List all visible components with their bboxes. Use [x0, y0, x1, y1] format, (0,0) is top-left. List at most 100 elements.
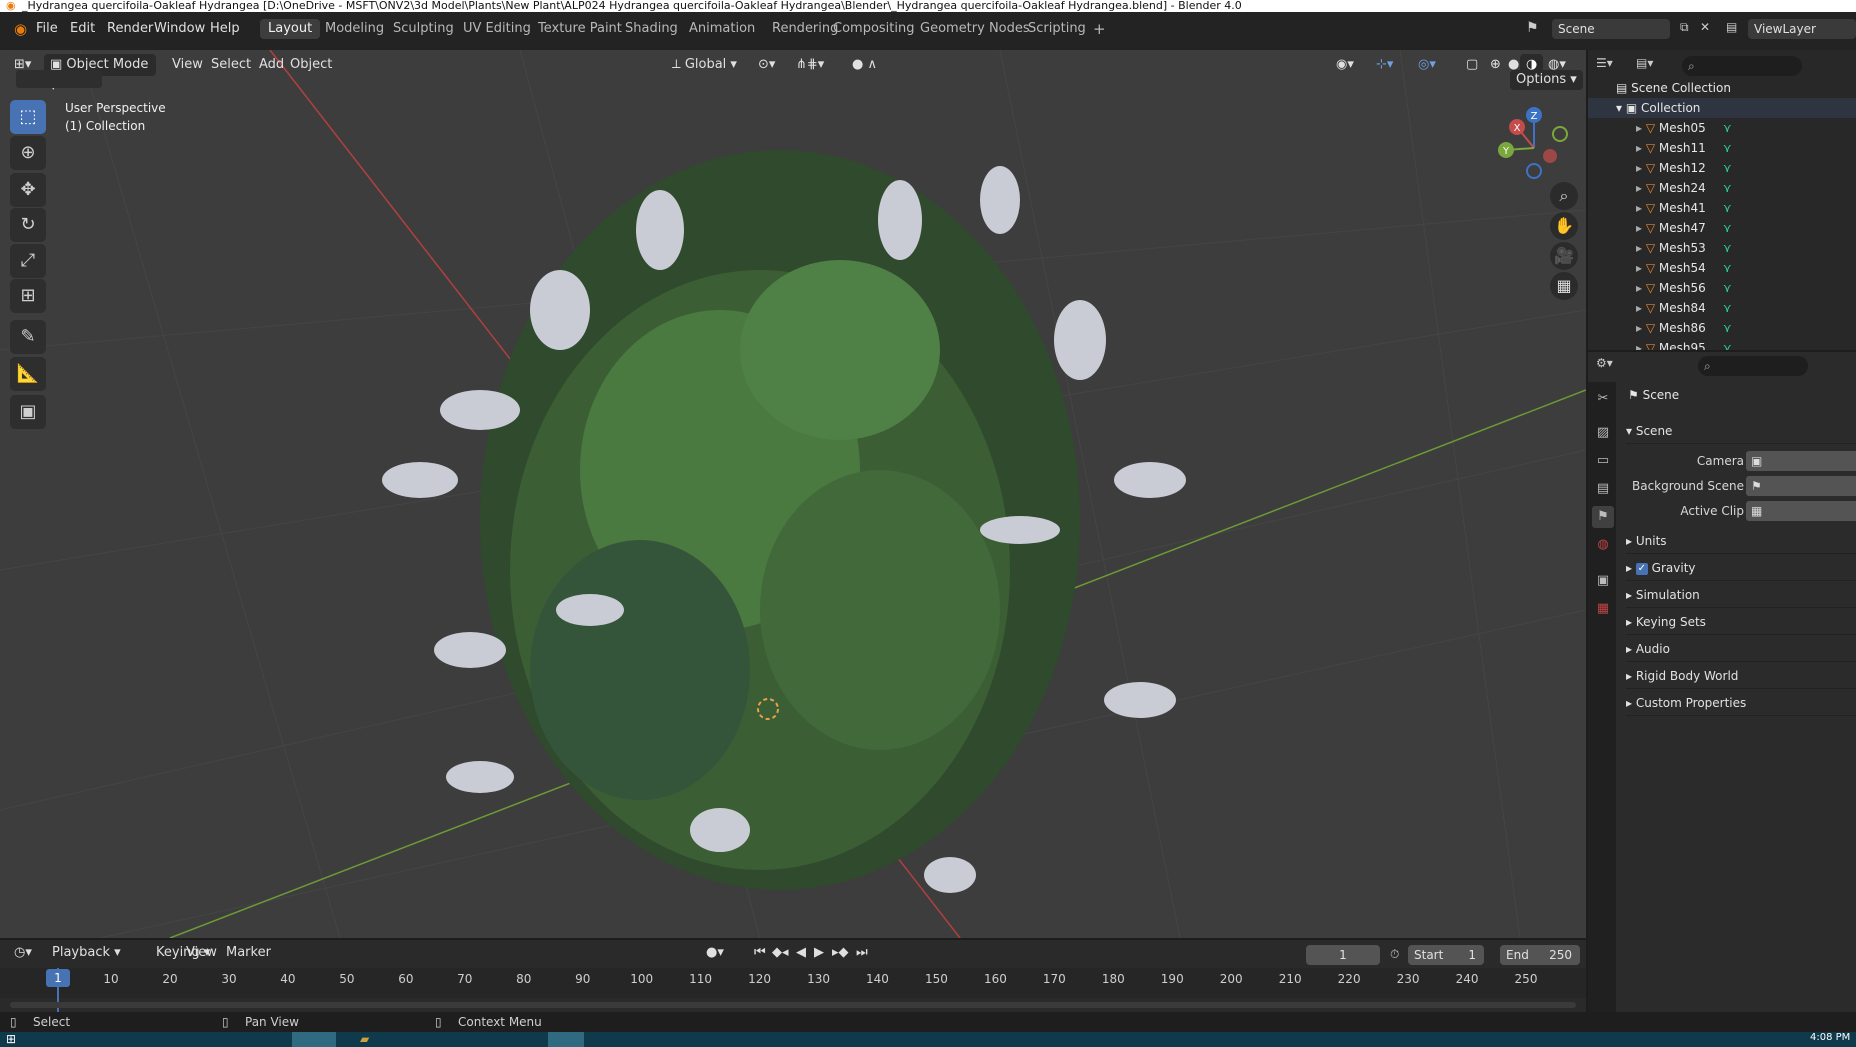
mesh-data-icon[interactable]: ⋎ [1723, 241, 1732, 255]
expand-icon[interactable]: ▸ [1636, 141, 1642, 155]
expand-icon[interactable]: ▸ [1636, 301, 1642, 315]
playhead-frame-label[interactable]: 1 [46, 969, 70, 987]
outliner-collection[interactable]: ▾ ▣ Collection [1588, 98, 1856, 118]
pan-hand-icon[interactable]: ✋ [1550, 212, 1578, 240]
properties-search-input[interactable]: ⌕ [1698, 356, 1808, 376]
jump-end-icon[interactable]: ⏭ [850, 942, 874, 964]
menu-select[interactable]: Select [205, 54, 257, 76]
expand-icon[interactable]: ▸ [1636, 321, 1642, 335]
properties-editor-icon[interactable]: ⚙▾ [1596, 356, 1613, 370]
outliner-scene-collection[interactable]: ▤ Scene Collection [1588, 78, 1856, 98]
gizmo-toggle-icon[interactable]: ⊹▾ [1370, 54, 1399, 76]
outliner-item[interactable]: ▸ ▽ Mesh24 ⋎ [1588, 178, 1856, 198]
mesh-data-icon[interactable]: ⋎ [1723, 221, 1732, 235]
menu-edit[interactable]: Edit [64, 19, 101, 39]
mesh-data-icon[interactable]: ⋎ [1723, 201, 1732, 215]
menu-file[interactable]: File [30, 19, 64, 39]
tab-geometry-nodes[interactable]: Geometry Nodes [912, 19, 1038, 39]
outliner-item[interactable]: ▸ ▽ Mesh12 ⋎ [1588, 158, 1856, 178]
outliner-item[interactable]: ▸ ▽ Mesh47 ⋎ [1588, 218, 1856, 238]
outliner-item[interactable]: ▸ ▽ Mesh53 ⋎ [1588, 238, 1856, 258]
expand-icon[interactable]: ▸ [1636, 161, 1642, 175]
menu-marker[interactable]: Marker [220, 942, 277, 964]
snap-icon[interactable]: ⋔⋕▾ [790, 54, 830, 76]
start-frame-field[interactable]: Start 1 [1408, 945, 1484, 965]
mesh-data-icon[interactable]: ⋎ [1723, 281, 1732, 295]
outliner-item[interactable]: ▸ ▽ Mesh11 ⋎ [1588, 138, 1856, 158]
outliner-editor-icon[interactable]: ☰▾ [1596, 56, 1613, 70]
proportional-edit-icon[interactable]: ● ∧ [846, 54, 883, 76]
section-audio[interactable]: ▸ Audio [1626, 636, 1856, 662]
menu-playback[interactable]: Playback ▾ [46, 942, 127, 964]
mesh-data-icon[interactable]: ⋎ [1723, 181, 1732, 195]
folder-icon[interactable]: ▰ [360, 1032, 369, 1046]
expand-icon[interactable]: ▸ [1636, 241, 1642, 255]
xray-icon[interactable]: ▢ [1460, 54, 1484, 76]
measure-tool[interactable]: 📐 [10, 357, 46, 391]
transform-tool[interactable]: ⊞ [10, 279, 46, 313]
zoom-icon[interactable]: ⌕ [1550, 182, 1578, 210]
mesh-data-icon[interactable]: ⋎ [1723, 341, 1732, 350]
annotate-tool[interactable]: ✎ [10, 320, 46, 354]
section-custom-properties[interactable]: ▸ Custom Properties [1626, 690, 1856, 716]
section-units[interactable]: ▸ Units [1626, 528, 1856, 554]
scene-selector[interactable]: Scene [1552, 19, 1670, 39]
menu-timeline-view[interactable]: View [180, 942, 223, 964]
add-cube-tool[interactable]: ▣ [10, 395, 46, 429]
hydrangea-plant[interactable] [382, 150, 1186, 893]
new-scene-icon[interactable]: ⧉ [1680, 20, 1689, 35]
menu-view[interactable]: View [166, 54, 209, 76]
current-frame-field[interactable]: 1 [1306, 945, 1380, 965]
start-icon[interactable]: ⊞ [6, 1032, 16, 1046]
timeline-editor-icon[interactable]: ◷▾ [8, 942, 38, 964]
close-icon[interactable]: ✕ [1700, 20, 1710, 34]
outliner-item[interactable]: ▸ ▽ Mesh05 ⋎ [1588, 118, 1856, 138]
stopwatch-icon[interactable]: ⏱ [1390, 947, 1399, 962]
scale-tool[interactable]: ⤢ [10, 244, 46, 278]
expand-icon[interactable]: ▸ [1636, 281, 1642, 295]
mesh-data-icon[interactable]: ⋎ [1723, 301, 1732, 315]
outliner-item[interactable]: ▸ ▽ Mesh41 ⋎ [1588, 198, 1856, 218]
record-icon[interactable]: ●▾ [700, 942, 730, 964]
tab-scripting[interactable]: Scripting [1020, 19, 1094, 39]
move-tool[interactable]: ✥ [10, 173, 46, 207]
tab-uv-editing[interactable]: UV Editing [455, 19, 539, 39]
section-gravity[interactable]: ▸ ✓ Gravity [1626, 555, 1856, 581]
expand-icon[interactable]: ▸ [1636, 341, 1642, 350]
visibility-icon[interactable]: ◉▾ [1330, 54, 1360, 76]
view-layer-selector[interactable]: ViewLayer [1748, 19, 1856, 39]
end-frame-field[interactable]: End 250 [1500, 945, 1580, 965]
collection-tab-icon[interactable]: ▣ [1592, 570, 1614, 592]
tool-tab-icon[interactable]: ✂ [1592, 388, 1614, 410]
overlay-toggle-icon[interactable]: ◎▾ [1412, 54, 1442, 76]
outliner-item[interactable]: ▸ ▽ Mesh86 ⋎ [1588, 318, 1856, 338]
background-scene-field[interactable]: ⚑ [1746, 476, 1856, 496]
texture-tab-icon[interactable]: ▦ [1592, 598, 1614, 620]
gravity-checkbox[interactable]: ✓ [1635, 562, 1648, 575]
active-clip-field[interactable]: ▦ [1746, 501, 1856, 521]
section-rigid-body-world[interactable]: ▸ Rigid Body World [1626, 663, 1856, 689]
menu-window[interactable]: Window [148, 19, 211, 39]
render-tab-icon[interactable]: ▨ [1592, 422, 1614, 444]
world-tab-icon[interactable]: ◍ [1592, 534, 1614, 556]
outliner-item[interactable]: ▸ ▽ Mesh56 ⋎ [1588, 278, 1856, 298]
tab-compositing[interactable]: Compositing [825, 19, 923, 39]
outliner-item[interactable]: ▸ ▽ Mesh54 ⋎ [1588, 258, 1856, 278]
blender-taskbar-icon[interactable] [548, 1032, 584, 1047]
tab-shading[interactable]: Shading [617, 19, 686, 39]
expand-icon[interactable]: ▸ [1636, 121, 1642, 135]
mesh-data-icon[interactable]: ⋎ [1723, 121, 1732, 135]
mesh-data-icon[interactable]: ⋎ [1723, 161, 1732, 175]
transform-orientation[interactable]: ⟂ Global ▾ [666, 54, 743, 76]
mesh-data-icon[interactable]: ⋎ [1723, 141, 1732, 155]
camera-view-icon[interactable]: 🎥 [1550, 242, 1578, 270]
navigation-gizmo[interactable]: Z X Y [1498, 107, 1568, 179]
timeline-scrollbar[interactable] [10, 1002, 1576, 1008]
menu-object[interactable]: Object [284, 54, 338, 76]
rotate-tool[interactable]: ↻ [10, 208, 46, 242]
outliner-search-input[interactable]: ⌕ [1682, 56, 1802, 76]
pivot-point-icon[interactable]: ⊙▾ [752, 54, 781, 76]
mesh-data-icon[interactable]: ⋎ [1723, 321, 1732, 335]
tab-modeling[interactable]: Modeling [317, 19, 392, 39]
menu-help[interactable]: Help [204, 19, 246, 39]
